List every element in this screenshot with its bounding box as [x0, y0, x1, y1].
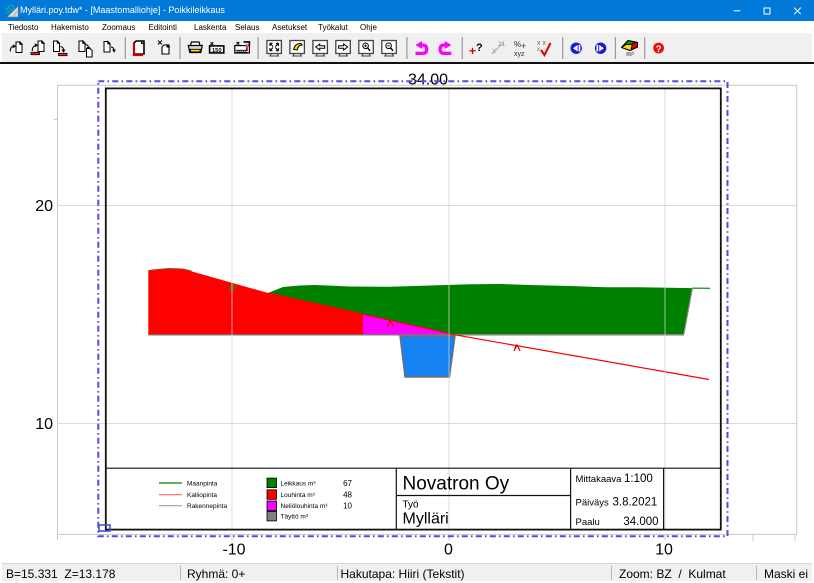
svg-text:0: 0 — [444, 542, 453, 559]
svg-text:x: x — [537, 47, 540, 53]
svg-text:Päiväys: Päiväys — [576, 498, 610, 509]
svg-text:48: 48 — [343, 490, 352, 499]
svg-text:Maanpinta: Maanpinta — [187, 480, 218, 487]
svg-text:Täyttö m³: Täyttö m³ — [281, 514, 309, 521]
svg-text:1:100: 1:100 — [624, 473, 653, 485]
svg-text:Novatron Oy: Novatron Oy — [403, 473, 510, 494]
svg-text:xyz: xyz — [514, 51, 525, 58]
svg-text:?: ? — [656, 44, 662, 55]
svg-text:m³: m³ — [626, 51, 634, 58]
svg-text:20: 20 — [35, 198, 53, 215]
svg-text:Mittakaava: Mittakaava — [576, 474, 623, 485]
svg-text:10: 10 — [35, 416, 53, 433]
svg-text:?: ? — [476, 42, 483, 54]
svg-text:67: 67 — [343, 479, 352, 488]
svg-text:-10: -10 — [222, 542, 245, 559]
svg-text:+: + — [521, 41, 526, 51]
svg-text:+: + — [469, 44, 476, 58]
svg-text:Rakennepinta: Rakennepinta — [187, 503, 227, 510]
svg-text:Mylläri: Mylläri — [403, 510, 449, 527]
svg-text:Louhinta m³: Louhinta m³ — [281, 492, 316, 499]
svg-text:Työ: Työ — [403, 500, 420, 511]
svg-text:Leikkaus m³: Leikkaus m³ — [281, 480, 317, 487]
svg-text:150: 150 — [212, 48, 222, 54]
svg-text:3.8.2021: 3.8.2021 — [613, 497, 658, 509]
svg-text:10: 10 — [343, 501, 352, 510]
svg-text:34.000: 34.000 — [623, 516, 658, 528]
svg-text:Paalu: Paalu — [576, 517, 600, 528]
svg-text:Kalliopinta: Kalliopinta — [187, 492, 217, 499]
svg-text:Neliölouhinta m³: Neliölouhinta m³ — [281, 503, 329, 510]
svg-text:x: x — [492, 46, 496, 55]
svg-text:x x: x x — [537, 40, 546, 47]
svg-text:10: 10 — [655, 542, 673, 559]
svg-text:34.00: 34.00 — [408, 72, 448, 89]
svg-text:21: 21 — [498, 41, 506, 48]
